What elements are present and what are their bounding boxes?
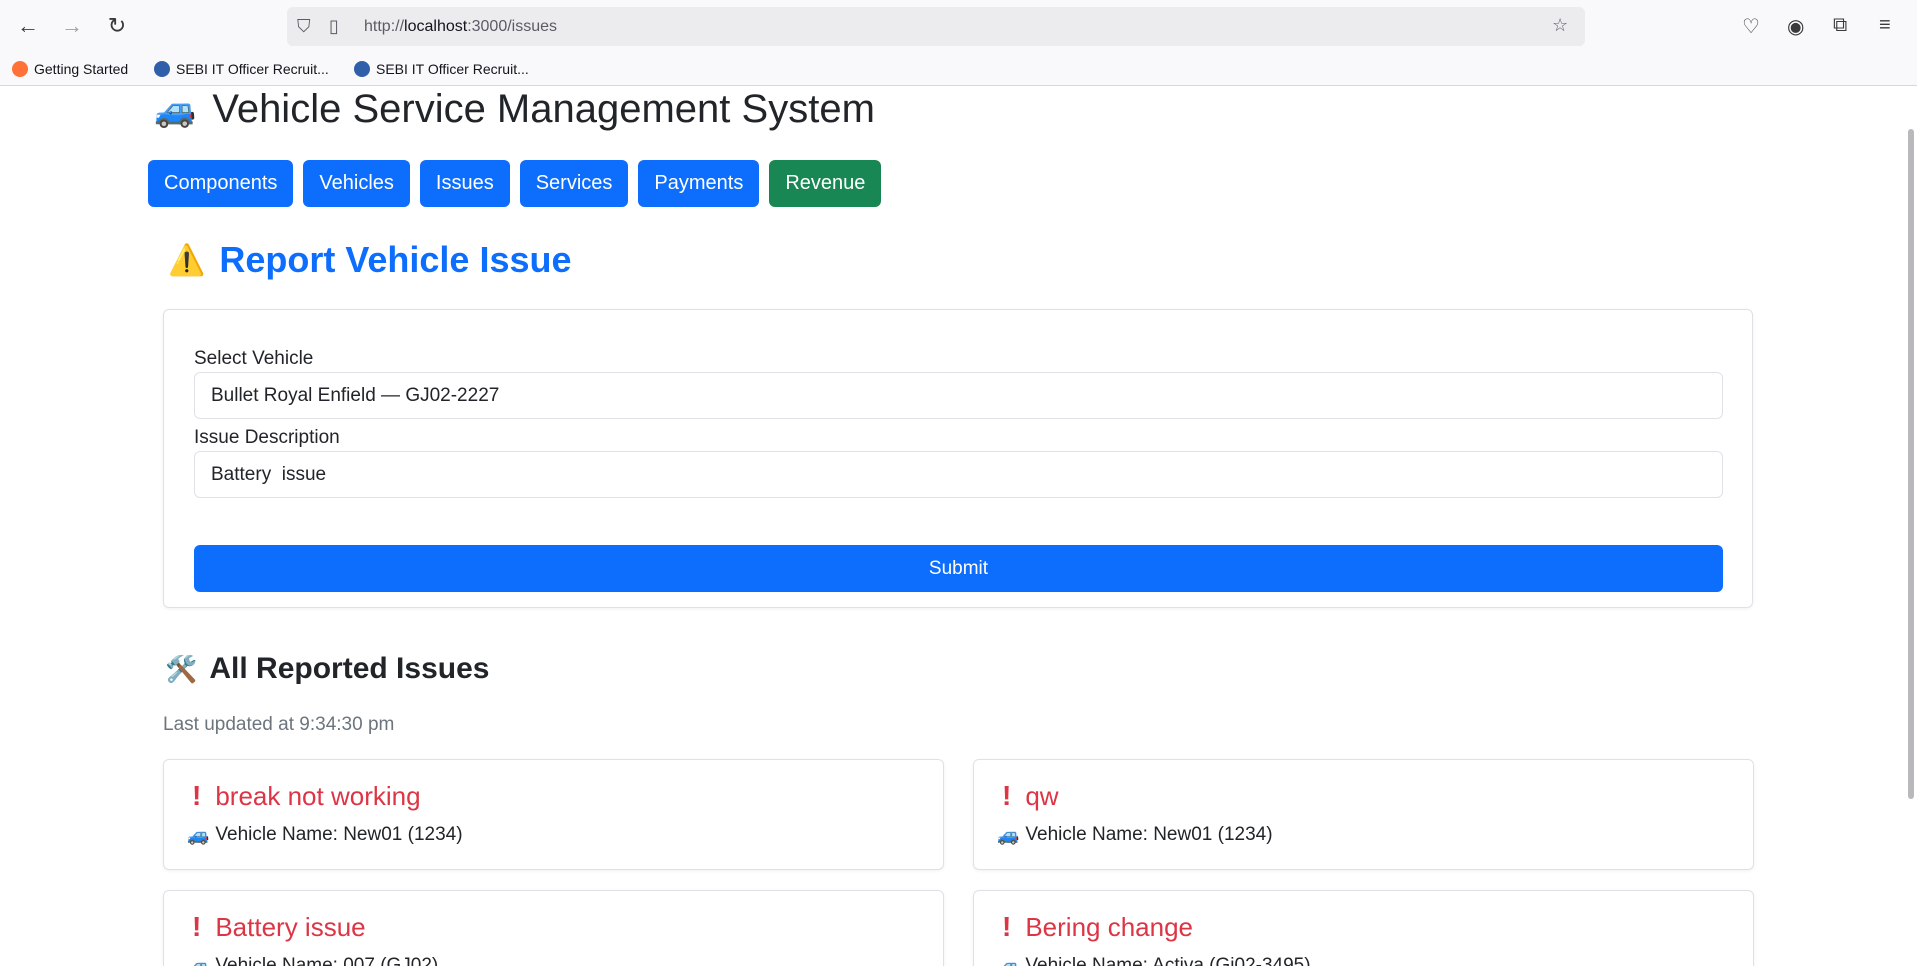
nav-services-button[interactable]: Services (519, 160, 629, 207)
bookmark-label: Getting Started (34, 61, 129, 77)
bookmark-label: SEBI IT Officer Recruit... (376, 61, 529, 77)
firefox-icon (12, 61, 28, 77)
issue-vehicle-text: Vehicle Name: New01 (1234) (215, 824, 463, 845)
issue-title-text: qw (1025, 780, 1059, 811)
car-icon: 🚙 (187, 824, 210, 845)
last-updated-text: Last updated at 9:34:30 pm (163, 714, 395, 735)
issue-title-text: Battery issue (215, 911, 366, 942)
car-icon: 🚙 (997, 955, 1020, 966)
menu-icon[interactable]: ≡ (1879, 14, 1891, 37)
bookmarks-bar: Getting Started SEBI IT Officer Recruit.… (0, 54, 1917, 86)
issue-card: ! break not working 🚙 Vehicle Name: New0… (163, 759, 944, 870)
page-icon: ▯ (329, 16, 339, 36)
bookmark-label: SEBI IT Officer Recruit... (176, 61, 329, 77)
issue-vehicle-text: Vehicle Name: Activa (Gj02-3495) (1025, 955, 1311, 966)
nav-components-button[interactable]: Components (148, 160, 294, 207)
bookmark-getting-started[interactable]: Getting Started (12, 61, 128, 77)
car-icon: 🚙 (154, 90, 197, 129)
shield-icon[interactable]: ⛉ (297, 16, 311, 37)
issue-vehicle: 🚙 Vehicle Name: Activa (Gj02-3495) (997, 955, 1311, 966)
issue-title: ! break not working (192, 780, 421, 812)
issue-vehicle-text: Vehicle Name: 007 (GJ02) (215, 955, 439, 966)
nav-vehicles-button[interactable]: Vehicles (303, 160, 410, 207)
all-issues-title-text: All Reported Issues (209, 652, 490, 685)
issue-card: ! Bering change 🚙 Vehicle Name: Activa (… (973, 890, 1754, 966)
exclamation-icon: ! (1002, 911, 1012, 942)
vehicle-select-label: Select Vehicle (194, 348, 314, 369)
warning-icon: ⚠️ (168, 243, 206, 277)
browser-toolbar: ← → ↻ ⛉ ▯ http://localhost:3000/issues ☆… (0, 0, 1917, 54)
page-scrollbar[interactable] (1903, 87, 1917, 966)
nav-issues-button[interactable]: Issues (419, 160, 510, 207)
issue-vehicle-text: Vehicle Name: New01 (1234) (1025, 824, 1273, 845)
pocket-icon[interactable]: ♡ (1742, 14, 1760, 39)
issue-card: ! Battery issue 🚙 Vehicle Name: 007 (GJ0… (163, 890, 944, 966)
exclamation-icon: ! (1002, 780, 1012, 811)
issue-card: ! qw 🚙 Vehicle Name: New01 (1234) (973, 759, 1754, 870)
issue-title-text: Bering change (1025, 911, 1194, 942)
issue-title-text: break not working (215, 780, 421, 811)
url-text[interactable]: http://localhost:3000/issues (364, 18, 557, 36)
car-icon: 🚙 (997, 824, 1020, 845)
issue-vehicle: 🚙 Vehicle Name: 007 (GJ02) (187, 955, 438, 966)
issue-vehicle: 🚙 Vehicle Name: New01 (1234) (187, 824, 463, 846)
issue-title: ! Battery issue (192, 911, 366, 943)
issue-vehicle: 🚙 Vehicle Name: New01 (1234) (997, 824, 1273, 846)
report-issue-form: Select Vehicle Bullet Royal Enfield — GJ… (163, 309, 1753, 608)
report-issue-title: ⚠️ Report Vehicle Issue (168, 239, 572, 281)
forward-icon[interactable]: → (58, 12, 86, 40)
issue-title: ! Bering change (1002, 911, 1193, 943)
nav-payments-button[interactable]: Payments (638, 160, 760, 207)
issue-description-label: Issue Description (194, 427, 340, 448)
back-icon[interactable]: ← (14, 12, 42, 40)
account-icon[interactable]: ◉ (1787, 14, 1804, 39)
scrollbar-thumb[interactable] (1908, 129, 1914, 799)
tools-icon: 🛠️ (165, 653, 198, 684)
main-nav: Components Vehicles Issues Services Paym… (148, 160, 882, 207)
exclamation-icon: ! (192, 780, 202, 811)
bookmark-sebi-2[interactable]: SEBI IT Officer Recruit... (354, 61, 529, 77)
car-icon: 🚙 (187, 955, 210, 966)
extensions-icon[interactable]: ⧉ (1833, 14, 1847, 37)
all-issues-title: 🛠️ All Reported Issues (165, 652, 489, 686)
issue-description-input[interactable]: Battery issue (194, 451, 1723, 498)
app-title: 🚙 Vehicle Service Management System (154, 87, 875, 132)
page-content: 🚙 Vehicle Service Management System Comp… (0, 87, 1917, 966)
report-issue-title-text: Report Vehicle Issue (219, 239, 572, 280)
bookmark-star-icon[interactable]: ☆ (1552, 15, 1568, 36)
nav-revenue-button[interactable]: Revenue (769, 160, 882, 207)
address-bar[interactable]: ⛉ ▯ http://localhost:3000/issues ☆ (287, 7, 1585, 46)
bookmark-sebi-1[interactable]: SEBI IT Officer Recruit... (154, 61, 329, 77)
sebi-icon (154, 61, 170, 77)
sebi-icon (354, 61, 370, 77)
issue-title: ! qw (1002, 780, 1059, 812)
exclamation-icon: ! (192, 911, 202, 942)
app-title-text: Vehicle Service Management System (212, 87, 875, 131)
submit-button[interactable]: Submit (194, 545, 1723, 592)
reload-icon[interactable]: ↻ (103, 12, 131, 40)
vehicle-select[interactable]: Bullet Royal Enfield — GJ02-2227 (194, 372, 1723, 419)
